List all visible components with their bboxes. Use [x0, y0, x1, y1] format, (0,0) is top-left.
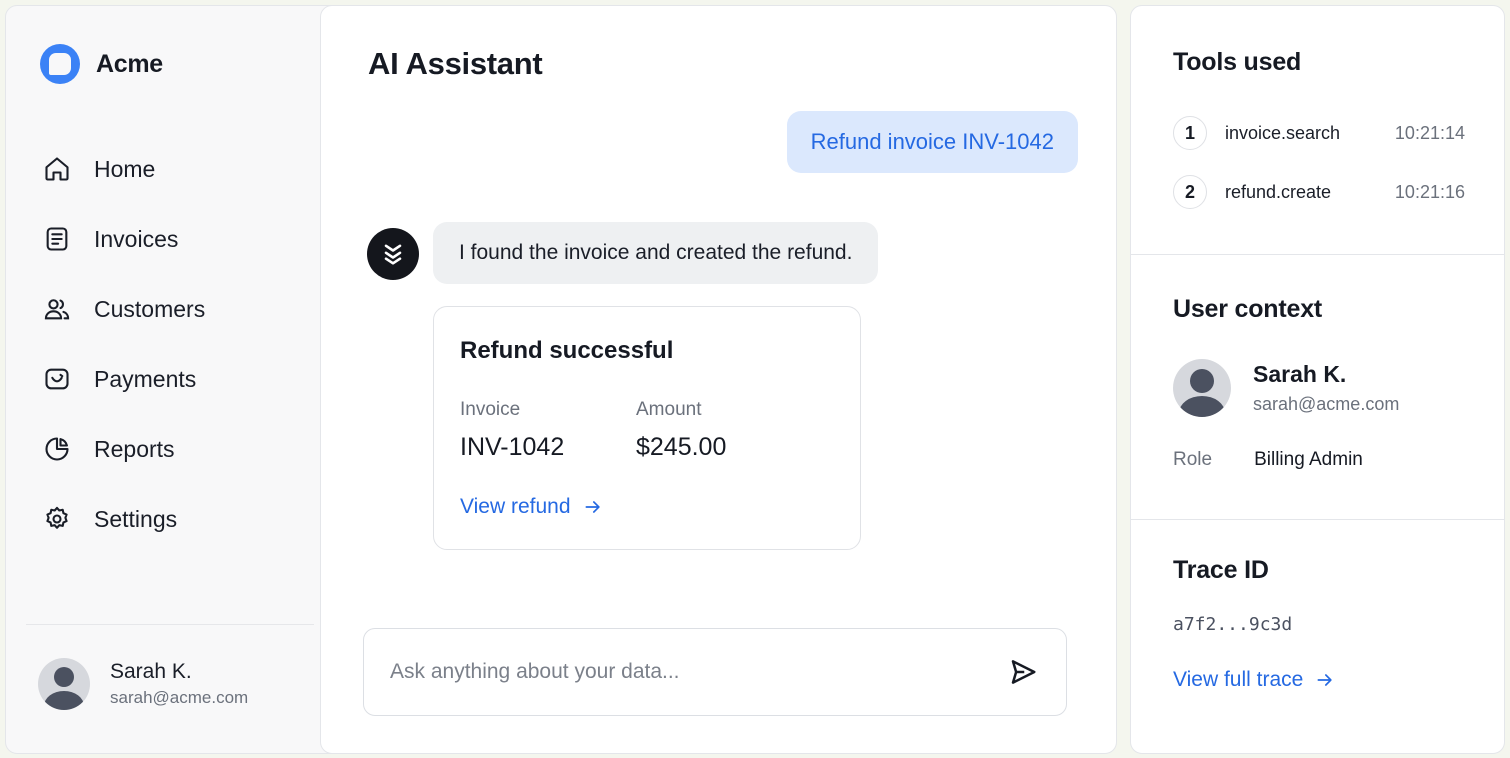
sidebar-item-label: Invoices [94, 225, 179, 252]
sidebar-item-settings[interactable]: Settings [42, 484, 312, 554]
wallet-icon [42, 364, 72, 394]
gear-icon [42, 504, 72, 534]
send-button[interactable] [1006, 655, 1040, 689]
trace-id-value: a7f2...9c3d [1173, 614, 1293, 635]
assistant-avatar-icon [367, 228, 419, 280]
context-user-name: Sarah K. [1253, 361, 1347, 387]
tools-section: Tools used 1 invoice.search 10:21:14 2 r… [1131, 6, 1504, 254]
tool-name: refund.create [1225, 181, 1332, 202]
invoice-icon [42, 224, 72, 254]
users-icon [42, 294, 72, 324]
context-user-email: sarah@acme.com [1253, 394, 1400, 414]
user-context-section: User context Sarah K. sarah@acme.com Rol… [1131, 254, 1504, 519]
tool-time: 10:21:14 [1394, 122, 1465, 143]
tool-name: invoice.search [1225, 122, 1341, 143]
sidebar-item-customers[interactable]: Customers [42, 274, 312, 344]
sidebar-item-home[interactable]: Home [42, 134, 312, 204]
card-title: Refund successful [460, 337, 674, 364]
view-refund-label: View refund [460, 495, 571, 518]
assistant-message: I found the invoice and created the refu… [433, 222, 879, 284]
chat-panel: AI Assistant Refund invoice INV-1042 I f… [320, 5, 1117, 754]
refund-card: Refund successful Invoice INV-1042 Amoun… [433, 306, 861, 550]
details-panel: Tools used 1 invoice.search 10:21:14 2 r… [1130, 5, 1505, 754]
brand-name: Acme [96, 49, 163, 78]
invoice-value: INV-1042 [460, 433, 565, 461]
sidebar-item-label: Customers [94, 295, 206, 322]
sidebar-item-reports[interactable]: Reports [42, 414, 312, 484]
pie-chart-icon [42, 434, 72, 464]
sidebar-user[interactable]: Sarah K. sarah@acme.com [38, 658, 248, 710]
trace-title: Trace ID [1173, 556, 1269, 584]
avatar [38, 658, 90, 710]
sidebar-item-label: Payments [94, 365, 197, 392]
sidebar-item-payments[interactable]: Payments [42, 344, 312, 414]
sidebar-item-label: Home [94, 155, 156, 182]
home-icon [42, 154, 72, 184]
context-user: Sarah K. sarah@acme.com [1173, 359, 1399, 417]
invoice-label: Invoice [460, 399, 521, 420]
avatar [1173, 359, 1231, 417]
sidebar-item-invoices[interactable]: Invoices [42, 204, 312, 274]
tool-step-number: 1 [1173, 116, 1207, 150]
page-title: AI Assistant [368, 46, 543, 81]
tool-item[interactable]: 2 refund.create 10:21:16 [1173, 175, 1465, 209]
sidebar: Acme Home Invoices Customers Payments Re… [5, 5, 335, 754]
amount-label: Amount [636, 399, 702, 420]
amount-value: $245.00 [636, 433, 727, 461]
sidebar-nav: Home Invoices Customers Payments Reports [42, 134, 312, 554]
amount-field: Amount $245.00 [636, 399, 726, 462]
sidebar-item-label: Reports [94, 435, 175, 462]
tools-title: Tools used [1173, 48, 1302, 76]
sidebar-divider [26, 624, 314, 625]
role-label: Role [1173, 449, 1213, 470]
user-context-title: User context [1173, 295, 1323, 323]
trace-section: Trace ID a7f2...9c3d View full trace [1131, 519, 1504, 755]
chat-bubble-logo-icon [40, 44, 80, 84]
view-full-trace-link[interactable]: View full trace [1173, 668, 1335, 692]
user-message: Refund invoice INV-1042 [786, 111, 1078, 173]
chat-composer [363, 628, 1067, 716]
tool-item[interactable]: 1 invoice.search 10:21:14 [1173, 116, 1465, 150]
sidebar-item-label: Settings [94, 505, 178, 532]
chat-input[interactable] [390, 660, 970, 684]
arrow-right-icon [585, 501, 600, 513]
context-role: Role Billing Admin [1173, 449, 1363, 471]
send-icon [1011, 660, 1036, 684]
brand[interactable]: Acme [40, 44, 163, 84]
invoice-field: Invoice INV-1042 [460, 399, 564, 462]
role-value: Billing Admin [1254, 449, 1363, 470]
user-email: sarah@acme.com [110, 688, 249, 707]
view-full-trace-label: View full trace [1173, 668, 1304, 691]
tool-step-number: 2 [1173, 175, 1207, 209]
view-refund-link[interactable]: View refund [460, 495, 603, 519]
user-name: Sarah K. [110, 660, 192, 683]
tool-time: 10:21:16 [1394, 181, 1465, 202]
arrow-right-icon [1317, 674, 1333, 686]
